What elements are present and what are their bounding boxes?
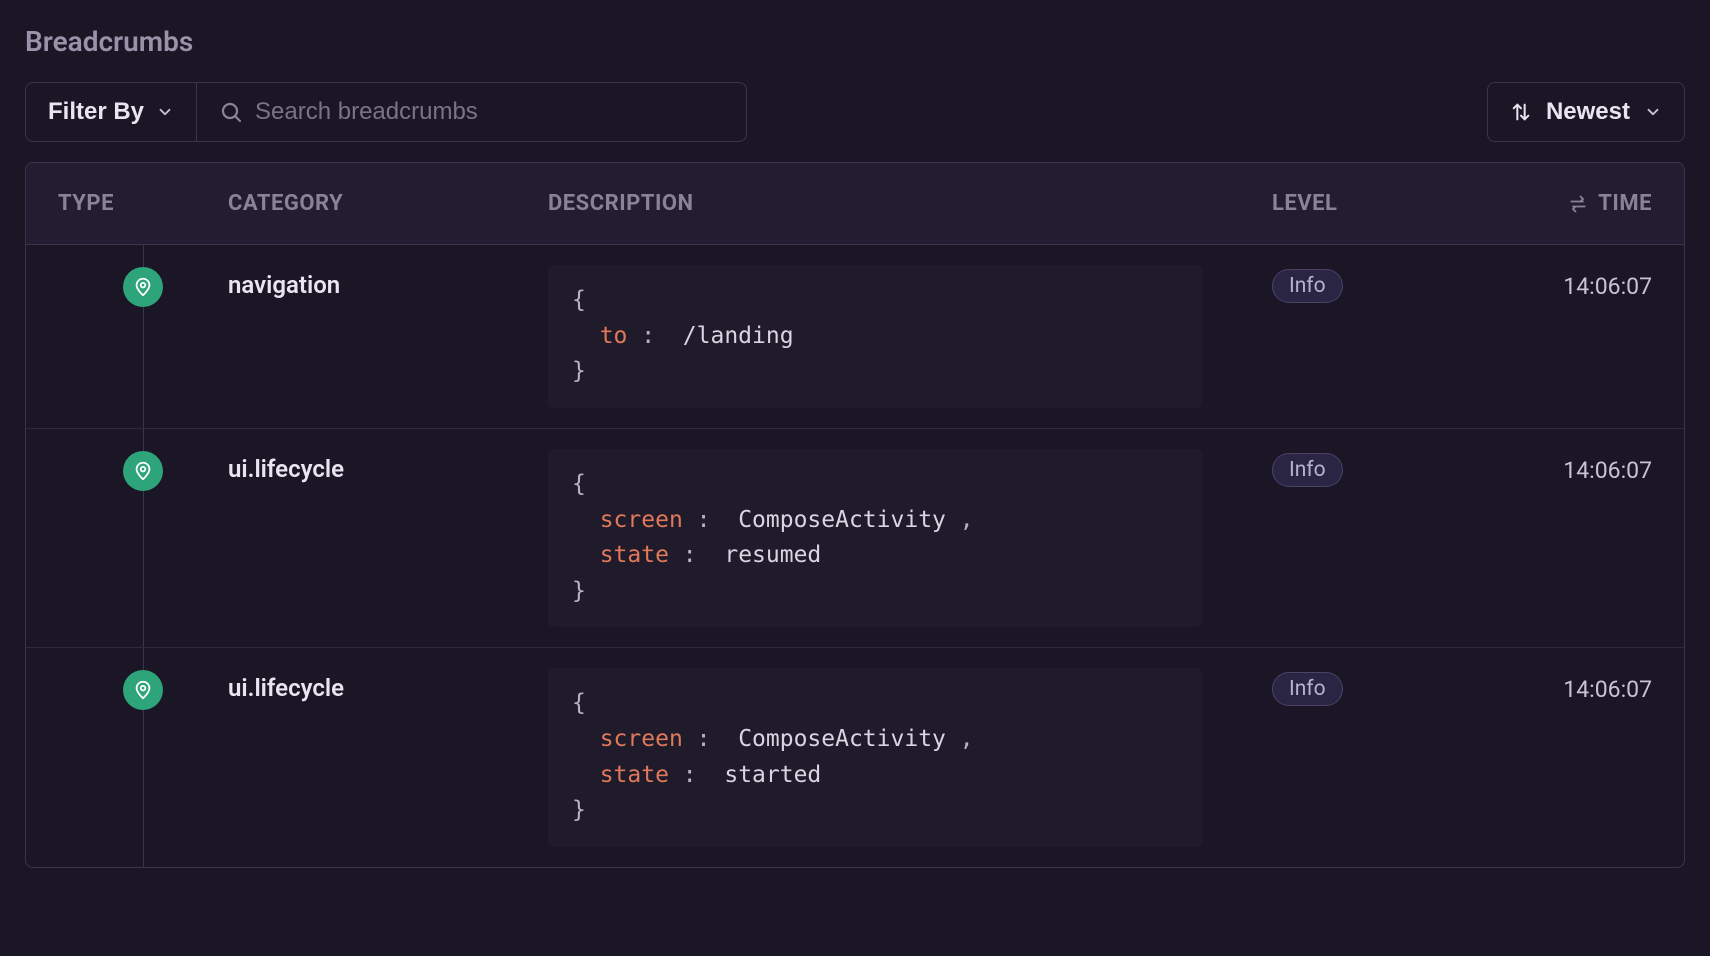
- type-cell: [58, 449, 228, 628]
- sort-arrows-icon: [1510, 101, 1532, 123]
- code-block: { to : /landing }: [548, 265, 1202, 408]
- description-cell: { to : /landing }: [548, 265, 1272, 408]
- location-pin-icon: [123, 267, 163, 307]
- swap-icon: [1568, 194, 1588, 214]
- table-header: TYPE CATEGORY DESCRIPTION LEVEL TIME: [26, 163, 1684, 245]
- category-cell: navigation: [228, 265, 548, 408]
- code-block: { screen : ComposeActivity , state : res…: [548, 449, 1202, 628]
- filter-by-label: Filter By: [48, 98, 144, 126]
- search-field-wrap: [197, 82, 747, 142]
- filter-by-button[interactable]: Filter By: [25, 82, 197, 142]
- toolbar: Filter By Newest: [25, 82, 1685, 142]
- level-cell: Info: [1272, 668, 1462, 847]
- th-category: CATEGORY: [228, 191, 548, 216]
- search-icon: [219, 100, 243, 124]
- chevron-down-icon: [156, 103, 174, 121]
- description-cell: { screen : ComposeActivity , state : res…: [548, 449, 1272, 628]
- th-level: LEVEL: [1272, 191, 1462, 216]
- level-badge: Info: [1272, 672, 1343, 706]
- sort-label: Newest: [1546, 98, 1630, 126]
- level-badge: Info: [1272, 269, 1343, 303]
- table-row: ui.lifecycle{ screen : ComposeActivity ,…: [26, 429, 1684, 649]
- location-pin-icon: [123, 670, 163, 710]
- th-type: TYPE: [58, 191, 228, 216]
- level-badge: Info: [1272, 453, 1343, 487]
- th-time-label: TIME: [1598, 191, 1652, 216]
- th-time[interactable]: TIME: [1462, 191, 1652, 216]
- time-cell: 14:06:07: [1462, 265, 1652, 408]
- location-pin-icon: [123, 451, 163, 491]
- search-input[interactable]: [255, 98, 724, 126]
- category-cell: ui.lifecycle: [228, 449, 548, 628]
- sort-button[interactable]: Newest: [1487, 82, 1685, 142]
- th-description: DESCRIPTION: [548, 191, 1272, 216]
- section-title: Breadcrumbs: [25, 25, 1685, 58]
- breadcrumbs-table: TYPE CATEGORY DESCRIPTION LEVEL TIME nav…: [25, 162, 1685, 868]
- time-cell: 14:06:07: [1462, 668, 1652, 847]
- table-row: navigation{ to : /landing } Info 14:06:07: [26, 245, 1684, 429]
- time-cell: 14:06:07: [1462, 449, 1652, 628]
- level-cell: Info: [1272, 265, 1462, 408]
- table-row: ui.lifecycle{ screen : ComposeActivity ,…: [26, 648, 1684, 867]
- category-cell: ui.lifecycle: [228, 668, 548, 847]
- type-cell: [58, 265, 228, 408]
- level-cell: Info: [1272, 449, 1462, 628]
- type-cell: [58, 668, 228, 847]
- chevron-down-icon: [1644, 103, 1662, 121]
- description-cell: { screen : ComposeActivity , state : sta…: [548, 668, 1272, 847]
- code-block: { screen : ComposeActivity , state : sta…: [548, 668, 1202, 847]
